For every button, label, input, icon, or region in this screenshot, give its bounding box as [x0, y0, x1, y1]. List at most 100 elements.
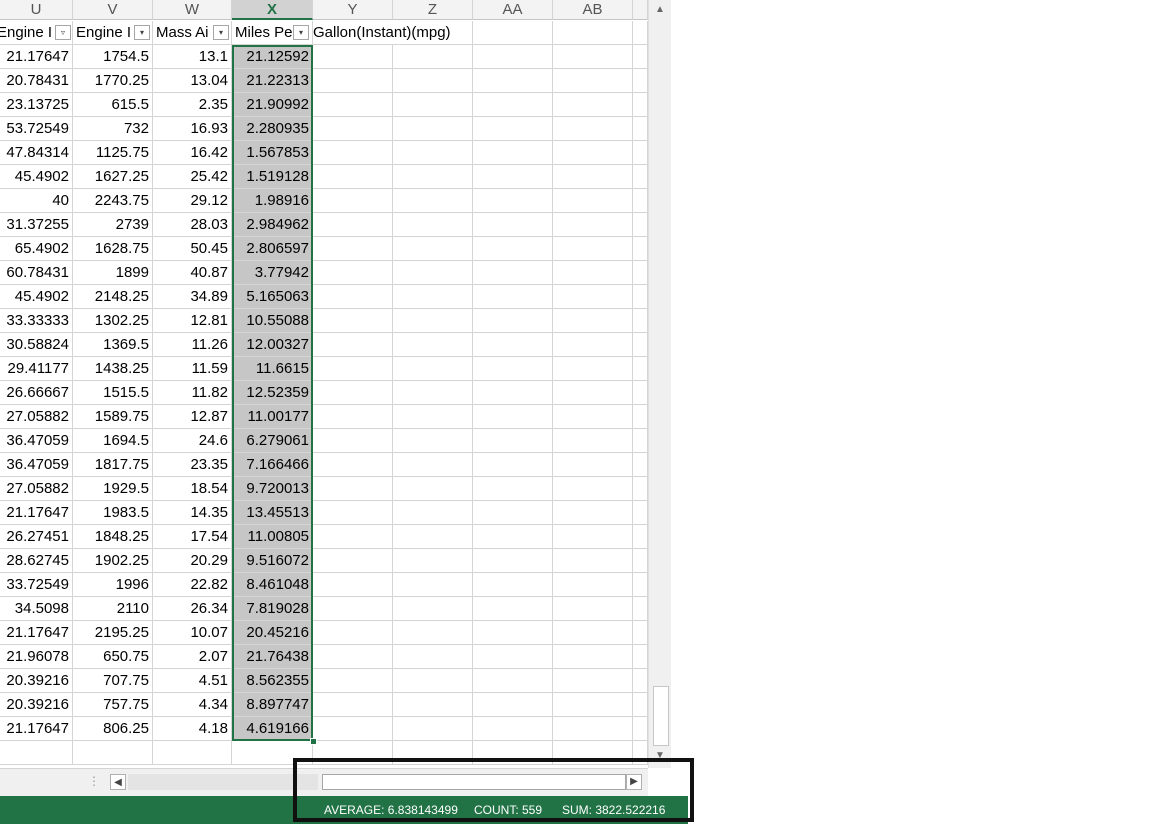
grid-cell[interactable]: 7.819028 [232, 597, 313, 621]
grid-cell[interactable]: 9.720013 [232, 477, 313, 501]
grid-cell[interactable] [553, 741, 633, 765]
grid-cell[interactable]: 27.05882 [0, 405, 73, 429]
grid-cell[interactable] [633, 573, 648, 597]
grid-cell[interactable] [473, 597, 553, 621]
grid-cell[interactable] [633, 285, 648, 309]
grid-cell[interactable]: 11.00805 [232, 525, 313, 549]
grid-cell[interactable] [313, 477, 393, 501]
grid-cell[interactable]: 21.96078 [0, 645, 73, 669]
grid-cell[interactable] [633, 597, 648, 621]
filter-dropdown-icon[interactable]: ▿ [55, 25, 71, 40]
grid-cell[interactable]: 11.82 [153, 381, 232, 405]
grid-cell[interactable]: 2.806597 [232, 237, 313, 261]
column-header-Z[interactable]: Z [393, 0, 473, 20]
grid-cell[interactable] [473, 69, 553, 93]
grid-cell[interactable]: 10.55088 [232, 309, 313, 333]
grid-cell[interactable] [633, 93, 648, 117]
grid-cell[interactable]: 21.17647 [0, 45, 73, 69]
grid-cell[interactable]: 40 [0, 189, 73, 213]
grid-cell[interactable]: 65.4902 [0, 237, 73, 261]
grid-cell[interactable] [553, 69, 633, 93]
grid-cell[interactable]: 1770.25 [73, 69, 153, 93]
grid-cell[interactable] [393, 189, 473, 213]
grid-cell[interactable] [393, 573, 473, 597]
grid-cell[interactable] [393, 333, 473, 357]
grid-cell[interactable] [553, 669, 633, 693]
grid-cell[interactable] [473, 501, 553, 525]
grid-cell[interactable] [473, 717, 553, 741]
grid-cell[interactable]: 26.34 [153, 597, 232, 621]
grid-cell[interactable]: 30.58824 [0, 333, 73, 357]
grid-cell[interactable] [393, 93, 473, 117]
grid-cell[interactable]: 1369.5 [73, 333, 153, 357]
grid-cell[interactable] [473, 405, 553, 429]
grid-cell[interactable]: 5.165063 [232, 285, 313, 309]
column-header-next[interactable] [633, 0, 648, 20]
grid-cell[interactable]: 4.51 [153, 669, 232, 693]
grid-cell[interactable] [473, 549, 553, 573]
grid-cell[interactable] [473, 525, 553, 549]
grid-cell[interactable] [393, 429, 473, 453]
grid-cell[interactable] [473, 333, 553, 357]
grid-cell[interactable] [313, 621, 393, 645]
grid-cell[interactable] [0, 741, 73, 765]
scroll-up-icon[interactable]: ▲ [652, 2, 668, 18]
grid-cell[interactable]: 1.98916 [232, 189, 313, 213]
grid-cell[interactable] [553, 309, 633, 333]
grid-cell[interactable]: 615.5 [73, 93, 153, 117]
grid-cell[interactable]: 13.45513 [232, 501, 313, 525]
grid-cell[interactable] [473, 357, 553, 381]
grid-cell[interactable] [553, 549, 633, 573]
grid-cell[interactable] [633, 117, 648, 141]
grid-cell[interactable] [473, 477, 553, 501]
grid-cell[interactable]: 20.78431 [0, 69, 73, 93]
grid-cell[interactable] [393, 525, 473, 549]
grid-cell[interactable]: 1627.25 [73, 165, 153, 189]
grid-cell[interactable]: 1.519128 [232, 165, 313, 189]
grid-cell[interactable]: 1817.75 [73, 453, 153, 477]
grid-cell[interactable] [313, 429, 393, 453]
grid-cell[interactable] [232, 741, 313, 765]
grid-cell[interactable] [313, 237, 393, 261]
grid-cell[interactable]: 732 [73, 117, 153, 141]
grid-cell[interactable] [393, 621, 473, 645]
grid-cell[interactable]: 14.35 [153, 501, 232, 525]
grid-cell[interactable] [393, 45, 473, 69]
grid-cell[interactable] [473, 741, 553, 765]
grid-cell[interactable] [393, 669, 473, 693]
column-header-Y[interactable]: Y [313, 0, 393, 20]
grid-cell[interactable]: 2243.75 [73, 189, 153, 213]
grid-cell[interactable]: 4.18 [153, 717, 232, 741]
grid-cell[interactable] [553, 213, 633, 237]
grid-cell[interactable]: 21.17647 [0, 717, 73, 741]
grid-cell[interactable]: 1628.75 [73, 237, 153, 261]
grid-cell[interactable] [553, 573, 633, 597]
grid-cell[interactable] [393, 741, 473, 765]
grid-cell[interactable] [633, 717, 648, 741]
horizontal-scroll-track[interactable] [128, 774, 318, 790]
grid-cell[interactable] [393, 693, 473, 717]
grid-cell[interactable] [553, 141, 633, 165]
grid-cell[interactable] [473, 165, 553, 189]
grid-cell[interactable]: 21.90992 [232, 93, 313, 117]
grid-cell[interactable] [553, 261, 633, 285]
grid-cell[interactable] [313, 333, 393, 357]
grid-cell[interactable] [553, 237, 633, 261]
grid-cell[interactable]: 17.54 [153, 525, 232, 549]
grid-cell[interactable] [553, 21, 633, 45]
grid-cell[interactable]: 8.461048 [232, 573, 313, 597]
grid-cell[interactable]: 13.1 [153, 45, 232, 69]
grid-cell[interactable]: 20.39216 [0, 669, 73, 693]
grid-cell[interactable] [633, 69, 648, 93]
grid-cell[interactable] [393, 165, 473, 189]
grid-cell[interactable]: 27.05882 [0, 477, 73, 501]
grid-cell[interactable]: 8.562355 [232, 669, 313, 693]
filter-dropdown-icon[interactable]: ▾ [293, 25, 309, 40]
grid-cell[interactable]: 1589.75 [73, 405, 153, 429]
grid-cell[interactable]: 22.82 [153, 573, 232, 597]
grid-cell[interactable] [553, 93, 633, 117]
grid-cell[interactable] [393, 501, 473, 525]
grid-cell[interactable] [313, 141, 393, 165]
splitter-handle-icon[interactable]: ⋮ [88, 774, 100, 788]
grid-cell[interactable]: 2.984962 [232, 213, 313, 237]
